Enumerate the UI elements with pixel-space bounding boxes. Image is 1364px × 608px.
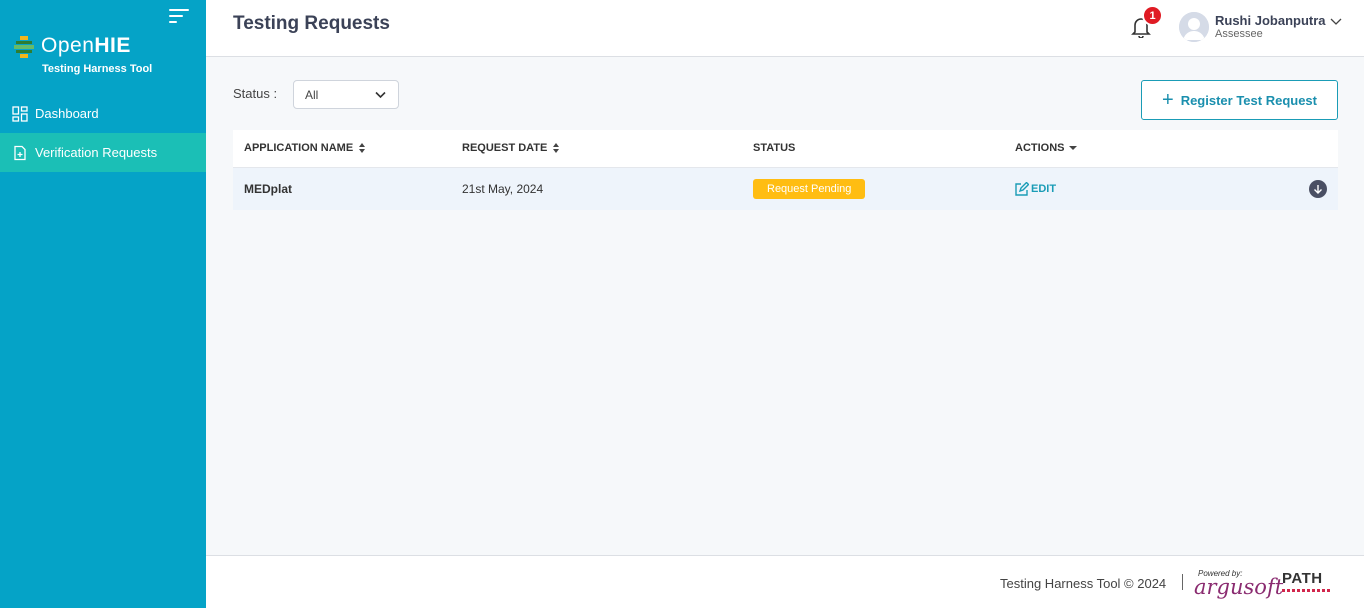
cell-request-date: 21st May, 2024 [462,182,544,196]
user-info: Rushi Jobanputra Assessee [1215,12,1341,41]
top-header: Testing Requests 1 Rushi Jobanputra Asse… [206,0,1364,57]
openhie-logo: OpenHIE Testing Harness Tool [13,34,193,78]
status-filter-select[interactable]: All [293,80,399,109]
cell-expand [1309,168,1327,210]
sort-icon [359,143,366,153]
document-icon [12,145,28,161]
logo-name: OpenHIE [41,34,131,57]
path-logo-strip [1282,589,1330,592]
logo-subtitle: Testing Harness Tool [42,63,153,75]
cell-status: Request Pending [753,168,866,210]
status-filter-value: All [305,88,319,102]
column-header-label: APPLICATION NAME [244,142,354,154]
table-header: APPLICATION NAME REQUEST DATE STATUS ACT… [233,130,1338,168]
edit-icon [1015,182,1029,196]
expand-row-icon[interactable] [1309,180,1327,198]
user-menu[interactable]: Rushi Jobanputra Assessee [1179,10,1341,44]
column-header-application-name[interactable]: APPLICATION NAME [244,142,366,154]
status-filter-label: Status : [233,86,278,101]
requests-table: APPLICATION NAME REQUEST DATE STATUS ACT… [233,130,1338,210]
openhie-logo-mark-icon [14,36,34,58]
sidebar-item-dashboard[interactable]: Dashboard [0,94,206,133]
sidebar-item-verification-requests[interactable]: Verification Requests [0,133,206,172]
footer-copyright: Testing Harness Tool © 2024 [1000,576,1167,591]
footer: Testing Harness Tool © 2024 Powered by: … [206,555,1364,608]
chevron-down-icon [1330,18,1341,25]
register-button-label: Register Test Request [1180,92,1317,108]
user-name: Rushi Jobanputra [1215,12,1326,28]
chevron-down-icon [375,91,386,99]
status-badge: Request Pending [753,179,866,199]
column-header-status: STATUS [753,142,795,154]
footer-divider [1182,574,1183,590]
page-title: Testing Requests [233,13,390,34]
path-logo: PATH [1282,570,1332,596]
plus-icon: + [1162,89,1174,111]
cell-application-name: MEDplat [244,182,292,196]
edit-label: EDIT [1031,183,1057,195]
column-header-label: STATUS [753,142,796,154]
column-header-label: REQUEST DATE [462,142,548,154]
column-header-request-date[interactable]: REQUEST DATE [462,142,560,154]
argusoft-wordmark: argusoft [1194,575,1284,599]
sidebar-item-label: Verification Requests [35,145,158,160]
edit-button[interactable]: EDIT [1015,168,1056,210]
path-wordmark: PATH [1282,570,1323,587]
sidebar: OpenHIE Testing Harness Tool Dashboard V… [0,0,206,608]
column-header-actions[interactable]: ACTIONS [1015,142,1077,154]
avatar [1179,12,1209,42]
menu-toggle-icon[interactable] [169,9,191,25]
user-role: Assessee [1215,27,1263,40]
notification-badge: 1 [1142,5,1163,26]
sidebar-nav: Dashboard Verification Requests [0,94,206,172]
argusoft-logo: Powered by: argusoft [1194,566,1283,599]
column-header-label: ACTIONS [1015,142,1065,154]
sort-icon [553,143,560,153]
table-row: MEDplat 21st May, 2024 Request Pending E… [233,168,1338,210]
register-test-request-button[interactable]: + Register Test Request [1141,80,1338,120]
sidebar-item-label: Dashboard [35,106,99,121]
dashboard-icon [12,105,28,122]
caret-down-icon [1068,146,1077,150]
